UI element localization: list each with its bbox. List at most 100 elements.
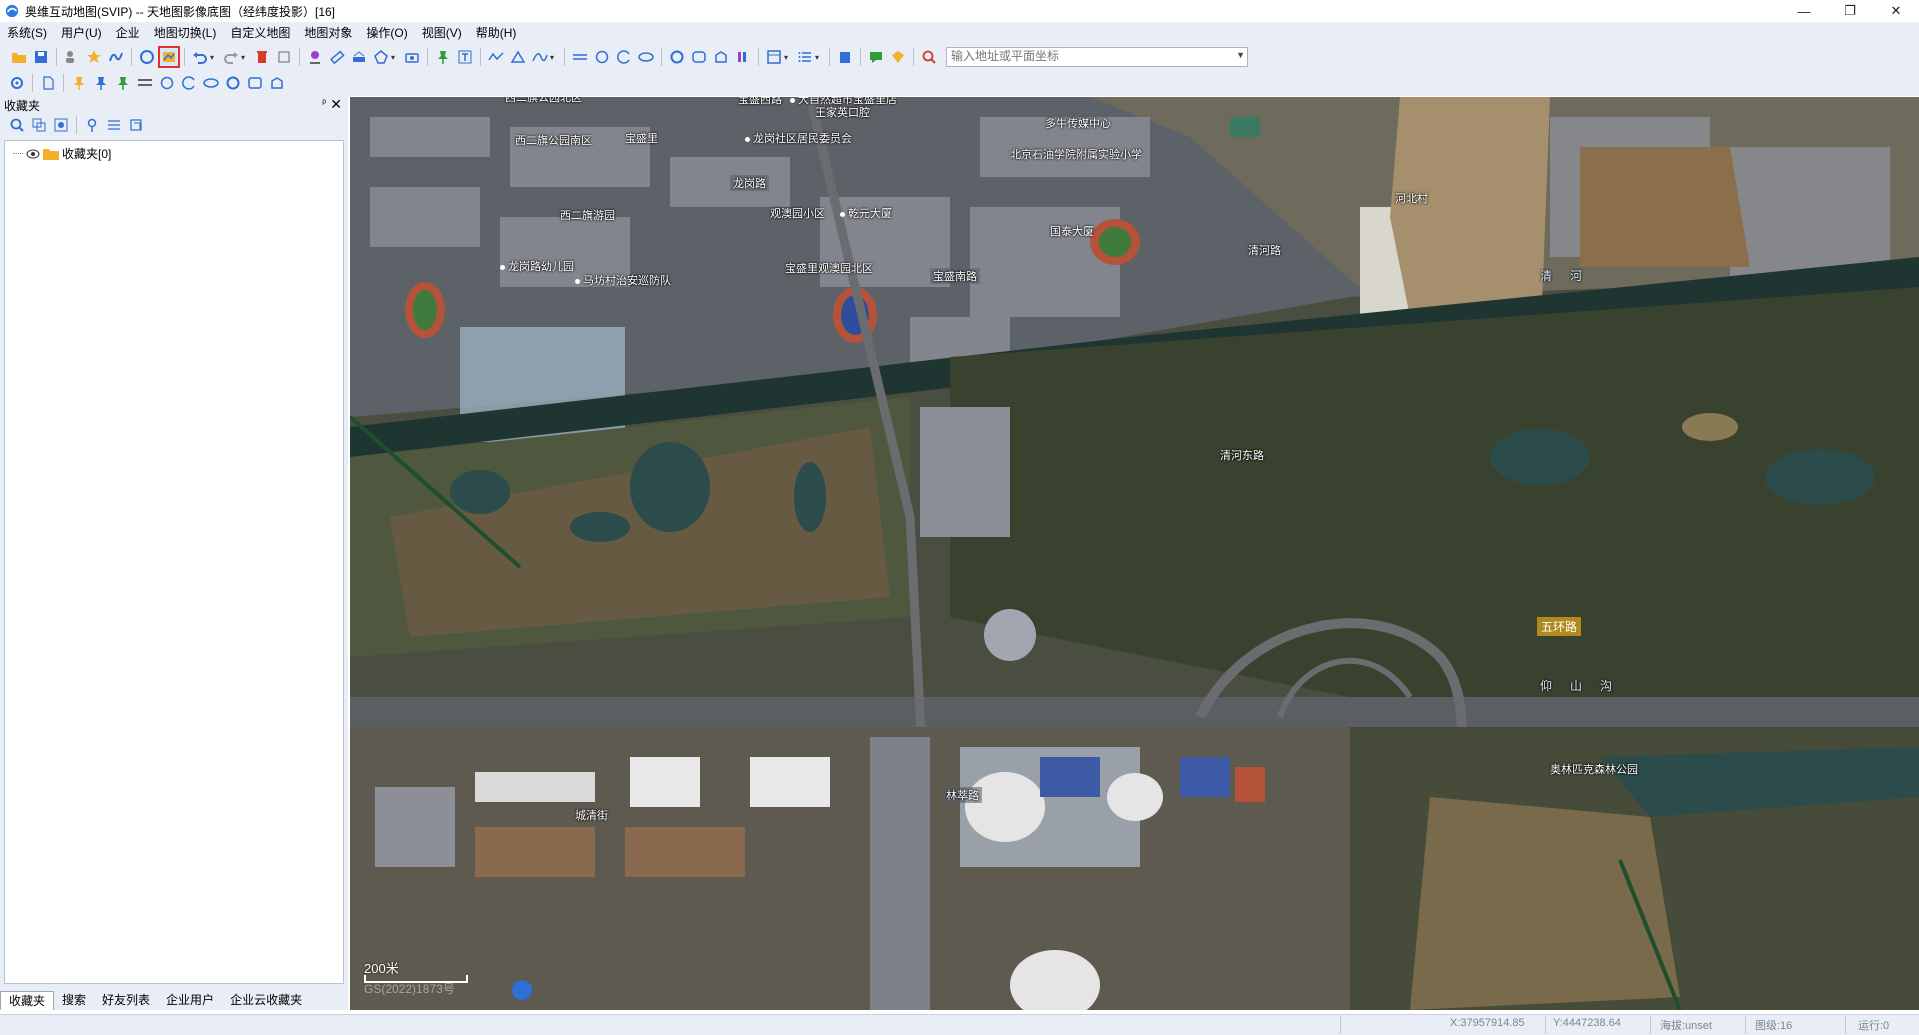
map-label[interactable]: 城清街 bbox=[575, 807, 608, 823]
map-road-label[interactable]: 宝盛南路 bbox=[930, 268, 980, 284]
map-road-label[interactable]: 宝盛西路 bbox=[735, 97, 785, 107]
map-label[interactable]: 乾元大厦 bbox=[840, 205, 892, 221]
tab-friends[interactable]: 好友列表 bbox=[94, 991, 158, 1009]
menu-map-objects[interactable]: 地图对象 bbox=[297, 22, 359, 44]
sector-icon[interactable] bbox=[711, 47, 731, 67]
map-label[interactable]: 龙岗路幼儿园 bbox=[500, 258, 574, 274]
redo-dropdown-icon[interactable]: ▾ bbox=[241, 53, 249, 62]
map-label[interactable]: 王家英口腔 bbox=[815, 104, 870, 120]
map-label[interactable]: 清河东路 bbox=[1220, 447, 1264, 463]
menu-user[interactable]: 用户(U) bbox=[54, 22, 109, 44]
tab-enterprise-users[interactable]: 企业用户 bbox=[158, 991, 222, 1009]
camera-icon[interactable] bbox=[402, 47, 422, 67]
panel-marker-icon[interactable] bbox=[82, 115, 102, 135]
close-button[interactable]: ✕ bbox=[1873, 0, 1919, 22]
redo-icon[interactable] bbox=[221, 47, 241, 67]
sync-icon[interactable] bbox=[137, 47, 157, 67]
map-label[interactable]: 国泰大厦 bbox=[1050, 223, 1094, 239]
pin-panel-icon[interactable]: ᵖ bbox=[322, 98, 326, 109]
pin-yellow-icon[interactable] bbox=[69, 73, 89, 93]
panel-export-icon[interactable] bbox=[126, 115, 146, 135]
visibility-eye-icon[interactable] bbox=[26, 148, 40, 160]
map-switch-icon[interactable] bbox=[158, 46, 180, 68]
map-highway-label[interactable]: 五环路 bbox=[1537, 617, 1582, 636]
undo-dropdown-icon[interactable]: ▾ bbox=[210, 53, 218, 62]
track-icon[interactable] bbox=[106, 47, 126, 67]
maximize-button[interactable]: ❐ bbox=[1827, 0, 1873, 22]
compass-icon[interactable] bbox=[512, 980, 532, 1000]
map-label[interactable]: 宝盛里 bbox=[625, 130, 658, 146]
map-label[interactable]: 宝盛里观澳园北区 bbox=[785, 260, 873, 276]
rect-tool-icon[interactable] bbox=[245, 73, 265, 93]
chat-icon[interactable] bbox=[866, 47, 886, 67]
map-view[interactable]: 西二旗公园北区 宝盛西路 大自然超市宝盛里店 王家英口腔 西二旗公园南区 龙岗社… bbox=[350, 97, 1919, 1010]
arc-tool-icon[interactable] bbox=[179, 73, 199, 93]
panel-search-icon[interactable] bbox=[7, 115, 27, 135]
map-label[interactable]: 奥林匹克森林公园 bbox=[1550, 761, 1638, 777]
menu-operation[interactable]: 操作(O) bbox=[359, 22, 414, 44]
filled-circle-icon[interactable] bbox=[667, 47, 687, 67]
delete-icon[interactable] bbox=[252, 47, 272, 67]
select-rect-icon[interactable] bbox=[274, 47, 294, 67]
building-icon[interactable] bbox=[835, 47, 855, 67]
map-label[interactable]: 河北村 bbox=[1395, 190, 1428, 206]
menu-enterprise[interactable]: 企业 bbox=[109, 22, 147, 44]
tab-enterprise-cloud-favorites[interactable]: 企业云收藏夹 bbox=[222, 991, 310, 1009]
map-label[interactable]: 西二旗公园南区 bbox=[515, 132, 592, 148]
menu-map-switch[interactable]: 地图切换(L) bbox=[147, 22, 224, 44]
search-icon[interactable] bbox=[919, 47, 939, 67]
shape-tool-icon[interactable] bbox=[267, 73, 287, 93]
map-water-label[interactable]: 仰山沟 bbox=[1540, 677, 1630, 694]
arc-icon[interactable] bbox=[614, 47, 634, 67]
polyline-icon[interactable] bbox=[486, 47, 506, 67]
vip-diamond-icon[interactable] bbox=[888, 47, 908, 67]
layer-panel-icon[interactable] bbox=[764, 47, 784, 67]
triangle-icon[interactable] bbox=[508, 47, 528, 67]
layer-dropdown-icon[interactable]: ▾ bbox=[784, 53, 792, 62]
ellipse-icon[interactable] bbox=[636, 47, 656, 67]
road-icon[interactable] bbox=[570, 47, 590, 67]
circle-icon[interactable] bbox=[592, 47, 612, 67]
map-label[interactable]: 观澳园小区 bbox=[770, 205, 825, 221]
minimize-button[interactable]: — bbox=[1781, 0, 1827, 22]
map-label[interactable]: 龙岗社区居民委员会 bbox=[745, 130, 852, 146]
address-search-box[interactable]: ▼ bbox=[946, 47, 1248, 67]
panel-sort-icon[interactable] bbox=[104, 115, 124, 135]
ring-tool-icon[interactable] bbox=[223, 73, 243, 93]
curve-dropdown-icon[interactable]: ▾ bbox=[550, 53, 558, 62]
favorite-star-icon[interactable] bbox=[84, 47, 104, 67]
chevron-down-icon[interactable]: ▼ bbox=[1236, 50, 1245, 60]
panel-locate-icon[interactable] bbox=[51, 115, 71, 135]
map-water-label[interactable]: 清河 bbox=[1540, 267, 1600, 284]
map-label[interactable]: 西二旗游园 bbox=[560, 207, 615, 223]
map-road-label[interactable]: 龙岗路 bbox=[730, 175, 769, 191]
undo-icon[interactable] bbox=[190, 47, 210, 67]
address-search-input[interactable] bbox=[947, 48, 1230, 64]
measure-area-icon[interactable] bbox=[349, 47, 369, 67]
menu-system[interactable]: 系统(S) bbox=[0, 22, 54, 44]
new-document-icon[interactable] bbox=[38, 73, 58, 93]
ruler-icon[interactable] bbox=[327, 47, 347, 67]
close-panel-icon[interactable]: ✕ bbox=[330, 96, 342, 113]
mark-point-icon[interactable] bbox=[305, 47, 325, 67]
panel-copy-icon[interactable] bbox=[29, 115, 49, 135]
map-label[interactable]: 西二旗公园北区 bbox=[505, 97, 582, 105]
map-road-label[interactable]: 清河路 bbox=[1245, 242, 1284, 258]
map-label[interactable]: 马坊村治安巡防队 bbox=[575, 272, 671, 288]
pin-blue-icon[interactable] bbox=[91, 73, 111, 93]
map-road-label[interactable]: 林萃路 bbox=[943, 787, 982, 803]
tab-search[interactable]: 搜索 bbox=[54, 991, 94, 1009]
tree-node-favorites[interactable]: 收藏夹[0] bbox=[13, 145, 111, 162]
pin-icon[interactable] bbox=[433, 47, 453, 67]
settings-gear-icon[interactable] bbox=[7, 73, 27, 93]
map-label[interactable]: 北京石油学院附属实验小学 bbox=[1010, 146, 1142, 162]
rounded-rect-icon[interactable] bbox=[689, 47, 709, 67]
list-dropdown-icon[interactable]: ▾ bbox=[815, 53, 823, 62]
map-label[interactable]: 多牛传媒中心 bbox=[1045, 115, 1111, 131]
road-line-icon[interactable] bbox=[135, 73, 155, 93]
bars-icon[interactable] bbox=[733, 47, 753, 67]
menu-help[interactable]: 帮助(H) bbox=[469, 22, 524, 44]
open-folder-icon[interactable] bbox=[9, 47, 29, 67]
users-icon[interactable] bbox=[62, 47, 82, 67]
menu-view[interactable]: 视图(V) bbox=[415, 22, 469, 44]
